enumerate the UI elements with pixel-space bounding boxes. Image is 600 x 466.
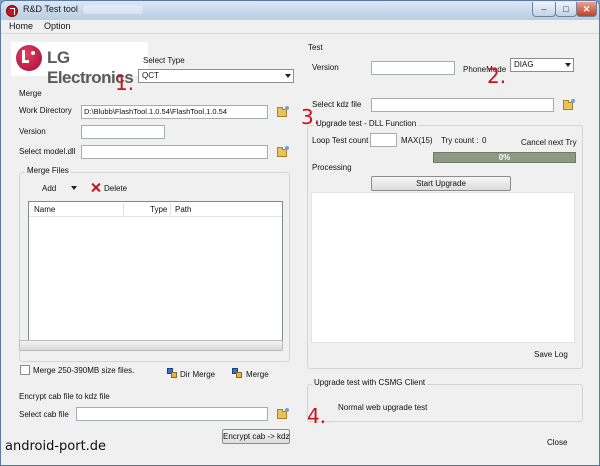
select-model-dll-input[interactable] bbox=[81, 145, 268, 159]
phone-mode-combo[interactable]: DIAG bbox=[510, 58, 574, 72]
browse-cab-icon[interactable] bbox=[277, 408, 289, 419]
max-label: MAX(15) bbox=[401, 136, 433, 145]
merge-large-files-checkbox[interactable] bbox=[20, 365, 30, 375]
select-type-value: QCT bbox=[142, 71, 159, 80]
annotation-2: 2. bbox=[487, 64, 507, 88]
select-cab-label: Select cab file bbox=[19, 410, 69, 419]
minimize-button[interactable]: – bbox=[532, 2, 556, 17]
select-cab-input[interactable] bbox=[76, 407, 268, 421]
merge-files-title: Merge Files bbox=[25, 166, 71, 175]
app-icon bbox=[6, 5, 18, 17]
annotation-1: 1. bbox=[115, 71, 135, 95]
app-window: R&D Test tool – □ ✕ Home Option LG Elect… bbox=[0, 0, 600, 466]
window-title: R&D Test tool bbox=[23, 4, 78, 14]
merge-version-label: Version bbox=[19, 127, 46, 136]
start-upgrade-button[interactable]: Start Upgrade bbox=[371, 176, 511, 191]
test-version-label: Version bbox=[312, 63, 339, 72]
upgrade-dll-title: Upgrade test - DLL Function bbox=[314, 119, 419, 128]
annotation-3: 3. bbox=[301, 105, 321, 129]
encrypt-section-title: Encrypt cab file to kdz file bbox=[19, 392, 110, 401]
close-button[interactable]: Close bbox=[547, 438, 567, 447]
select-kdz-input[interactable] bbox=[371, 98, 554, 112]
test-version-input[interactable] bbox=[371, 61, 455, 75]
upgrade-progress-bar: 0% bbox=[433, 152, 576, 163]
merge-button[interactable]: Merge bbox=[246, 370, 269, 379]
column-header-path[interactable]: Path bbox=[175, 205, 191, 214]
delete-button[interactable]: Delete bbox=[104, 184, 127, 193]
add-menu-label[interactable]: Add bbox=[42, 184, 56, 193]
menu-option[interactable]: Option bbox=[44, 21, 71, 31]
select-type-label: Select Type bbox=[143, 56, 185, 65]
title-bar[interactable]: R&D Test tool – □ ✕ bbox=[1, 1, 599, 20]
dir-merge-button[interactable]: Dir Merge bbox=[180, 370, 215, 379]
loop-test-count-input[interactable] bbox=[370, 133, 397, 147]
column-header-name[interactable]: Name bbox=[34, 205, 55, 214]
test-section-title: Test bbox=[306, 43, 325, 52]
csmg-title: Upgrade test with CSMG Client bbox=[312, 378, 428, 387]
normal-web-upgrade-label[interactable]: Normal web upgrade test bbox=[338, 403, 427, 412]
delete-icon[interactable] bbox=[91, 183, 100, 192]
maximize-button[interactable]: □ bbox=[555, 2, 577, 17]
client-area: LG Electronics Select Type QCT Merge Wor… bbox=[1, 34, 599, 465]
phone-mode-value: DIAG bbox=[514, 60, 534, 69]
title-bar-blur bbox=[83, 5, 143, 14]
merge-icon[interactable] bbox=[232, 368, 242, 378]
try-count-label: Try count : bbox=[441, 136, 479, 145]
select-model-dll-label: Select model.dll bbox=[19, 147, 76, 156]
chevron-down-icon bbox=[285, 74, 291, 78]
merge-version-input[interactable] bbox=[81, 125, 165, 139]
processing-label: Processing bbox=[312, 163, 352, 172]
try-count-value: 0 bbox=[482, 136, 487, 145]
menu-bar: Home Option bbox=[1, 20, 599, 34]
cancel-next-try-label[interactable]: Cancel next Try bbox=[521, 138, 577, 147]
work-directory-label: Work Directory bbox=[19, 106, 72, 115]
annotation-4: 4. bbox=[307, 404, 327, 428]
merge-section-title: Merge bbox=[19, 89, 42, 98]
dir-merge-icon[interactable] bbox=[167, 368, 177, 378]
watermark: android-port.de bbox=[5, 439, 107, 454]
merge-files-list[interactable]: Name Type Path bbox=[28, 201, 283, 349]
merge-files-list-header: Name Type Path bbox=[29, 202, 282, 217]
merge-large-files-label: Merge 250-390MB size files. bbox=[33, 366, 135, 375]
lg-logo-icon bbox=[16, 45, 42, 71]
add-dropdown-icon[interactable] bbox=[71, 186, 77, 190]
upgrade-log-area[interactable] bbox=[311, 192, 575, 343]
close-window-button[interactable]: ✕ bbox=[576, 2, 597, 17]
browse-kdz-icon[interactable] bbox=[563, 99, 575, 110]
browse-model-dll-icon[interactable] bbox=[277, 146, 289, 157]
loop-test-count-label: Loop Test count bbox=[312, 136, 369, 145]
select-type-combo[interactable]: QCT bbox=[138, 69, 294, 83]
browse-work-directory-icon[interactable] bbox=[277, 106, 289, 117]
column-header-type[interactable]: Type bbox=[150, 205, 167, 214]
menu-home[interactable]: Home bbox=[9, 21, 33, 31]
chevron-down-icon bbox=[565, 63, 571, 67]
merge-progress-bar bbox=[19, 340, 283, 351]
encrypt-cab-button[interactable]: Encrypt cab -> kdz bbox=[222, 429, 290, 444]
work-directory-input[interactable]: D:\Blubb\FlashTool.1.0.54\FlashTool.1.0.… bbox=[81, 105, 268, 119]
save-log-button[interactable]: Save Log bbox=[534, 350, 568, 359]
